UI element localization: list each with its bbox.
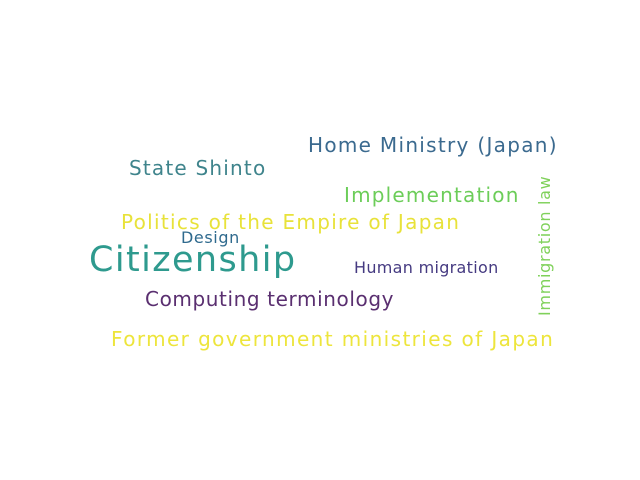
word-computing-terminology: Computing terminology bbox=[145, 287, 395, 311]
word-human-migration: Human migration bbox=[354, 258, 499, 277]
word-state-shinto: State Shinto bbox=[129, 156, 267, 180]
word-cloud: Home Ministry (Japan) State Shinto Imple… bbox=[0, 0, 640, 480]
word-citizenship: Citizenship bbox=[89, 240, 297, 280]
word-immigration-law: Immigration law bbox=[535, 175, 554, 316]
word-former-government-ministries-of-japan: Former government ministries of Japan bbox=[111, 327, 555, 351]
word-home-ministry-japan: Home Ministry (Japan) bbox=[308, 133, 558, 157]
word-politics-of-the-empire-of-japan: Politics of the Empire of Japan bbox=[121, 210, 461, 234]
word-implementation: Implementation bbox=[344, 183, 520, 207]
